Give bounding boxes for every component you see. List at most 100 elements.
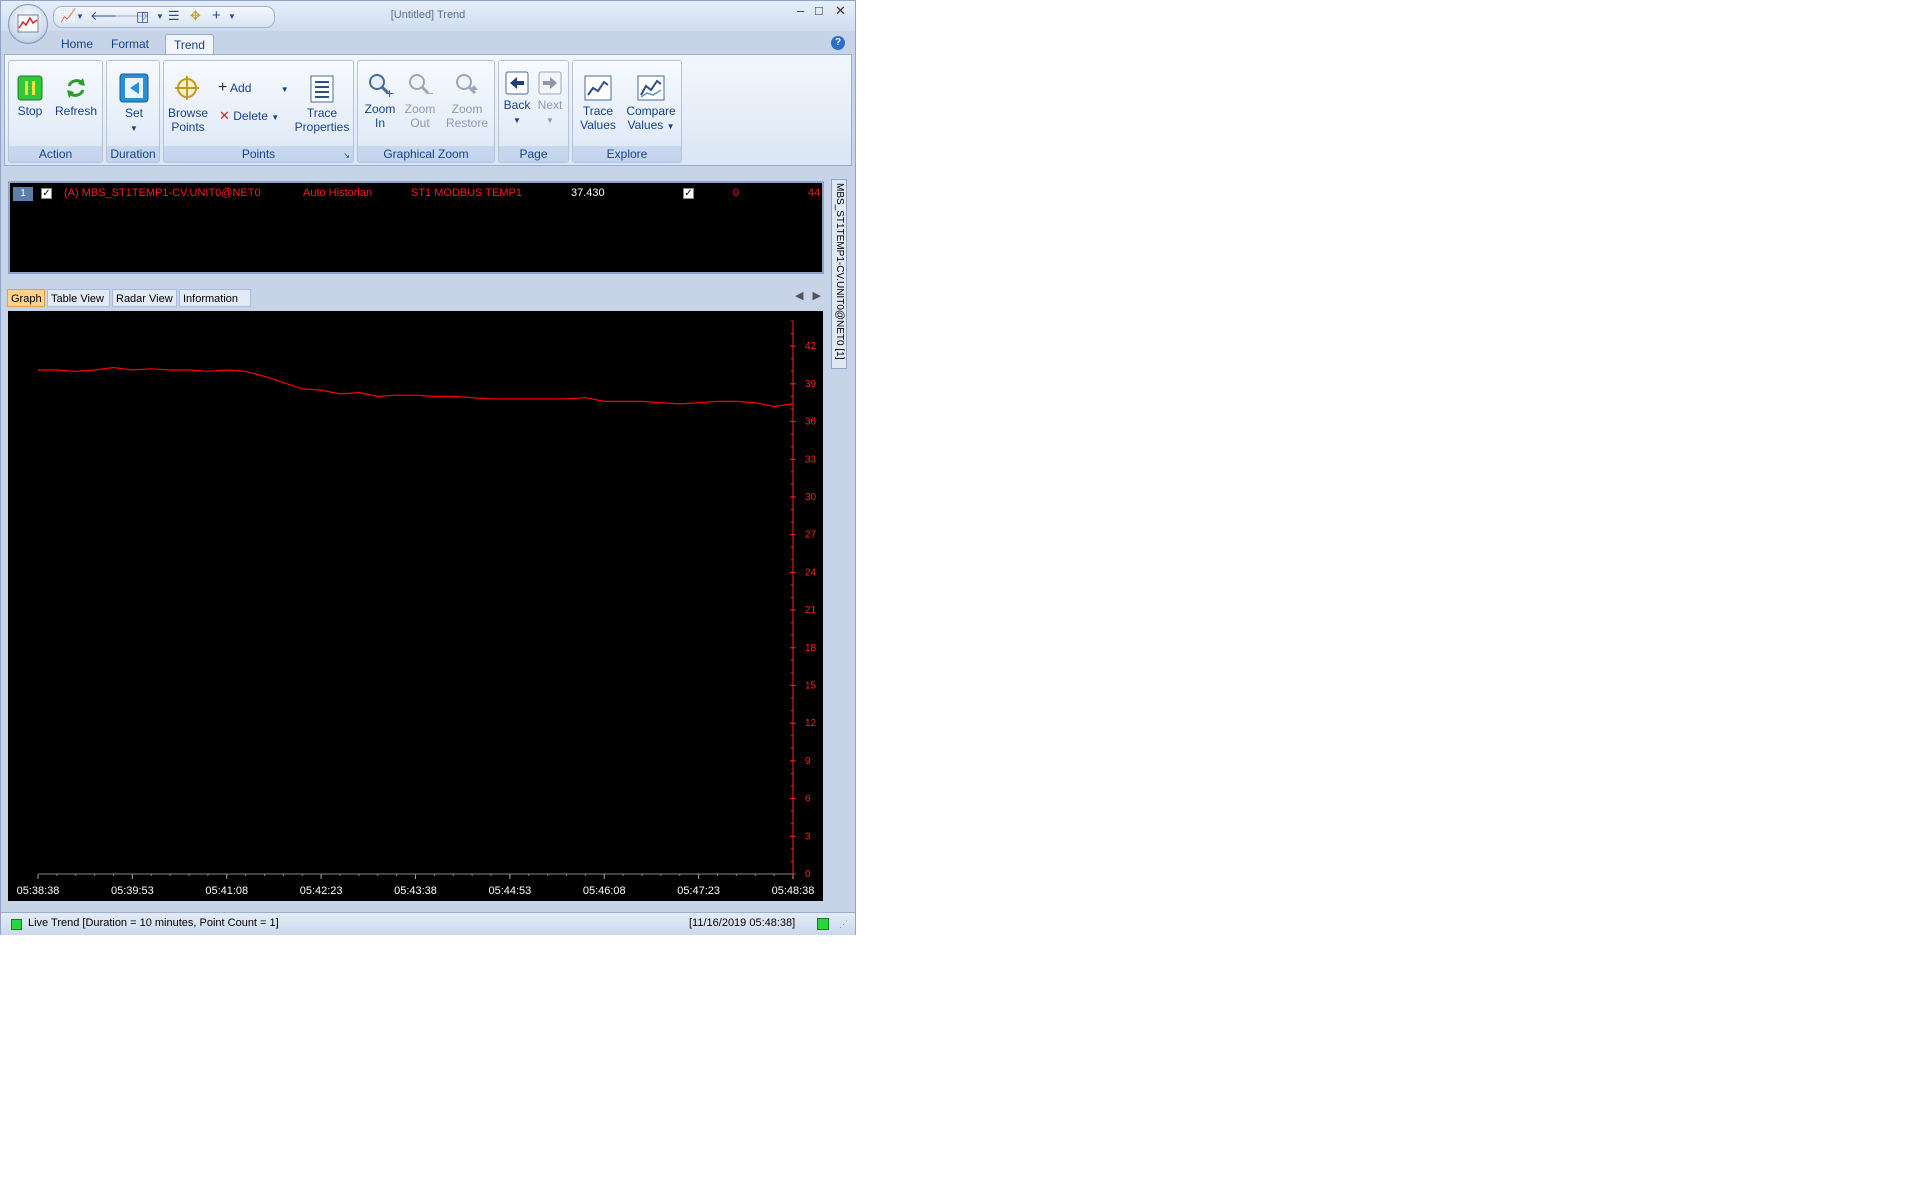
x-tick-label: 05:46:08 bbox=[583, 885, 626, 897]
delete-icon: ✕ bbox=[219, 108, 230, 123]
legend-description: ST1 MODBUS TEMP1 bbox=[411, 187, 523, 199]
browse-points-button[interactable]: Browse Points bbox=[166, 75, 210, 134]
y-tick-label: 3 bbox=[805, 831, 811, 842]
zoom-out-button[interactable]: − Zoom Out bbox=[400, 71, 440, 130]
trace-properties-icon bbox=[310, 75, 334, 103]
group-label-duration: Duration bbox=[107, 146, 159, 162]
tab-scroll-arrows: ◀ ▶ bbox=[795, 289, 821, 302]
y-tick-label: 36 bbox=[805, 417, 817, 428]
y-tick-label: 6 bbox=[805, 794, 811, 805]
tab-home[interactable]: Home bbox=[53, 34, 101, 54]
compare-values-icon bbox=[637, 75, 665, 101]
tab-scroll-left-icon[interactable]: ◀ bbox=[795, 290, 803, 302]
tab-information[interactable]: Information bbox=[179, 289, 251, 307]
group-label-page: Page bbox=[499, 146, 568, 162]
group-label-action: Action bbox=[9, 146, 102, 162]
y-tick-label: 21 bbox=[805, 605, 817, 616]
tab-table-view[interactable]: Table View bbox=[47, 289, 110, 307]
zoom-in-icon: + bbox=[369, 74, 394, 99]
x-tick-label: 05:43:38 bbox=[394, 885, 437, 897]
pen-visible-checkbox[interactable]: ✓ bbox=[41, 188, 52, 199]
group-action: Stop Refresh Action bbox=[8, 60, 103, 163]
maximize-icon[interactable]: □ bbox=[815, 3, 823, 18]
group-explore: Trace Values Compare Values ▼ Explore bbox=[572, 60, 682, 163]
refresh-label: Refresh bbox=[54, 104, 98, 118]
dropdown-arrow-icon: ▼ bbox=[546, 116, 554, 125]
stop-button[interactable]: Stop bbox=[12, 75, 48, 118]
back-arrow-icon bbox=[505, 71, 529, 95]
dropdown-arrow-icon: ▼ bbox=[666, 122, 675, 131]
status-bar: Live Trend [Duration = 10 minutes, Point… bbox=[1, 912, 855, 935]
legend-value: 37.430 bbox=[571, 187, 605, 199]
delete-label: Delete bbox=[233, 109, 268, 123]
zoom-restore-icon bbox=[456, 74, 478, 95]
next-button[interactable]: Next ▼ bbox=[534, 71, 566, 128]
x-tick-label: 05:44:53 bbox=[488, 885, 531, 897]
window-title: [Untitled] Trend bbox=[390, 9, 466, 21]
trace-properties-button[interactable]: Trace Properties bbox=[292, 75, 352, 134]
tab-scroll-right-icon[interactable]: ▶ bbox=[813, 290, 821, 302]
y-tick-label: 30 bbox=[805, 492, 817, 503]
x-tick-label: 05:47:23 bbox=[677, 885, 720, 897]
trend-line bbox=[38, 366, 794, 408]
dialog-launcher-icon[interactable]: ↘ bbox=[343, 151, 350, 160]
trace-values-label: Trace Values bbox=[580, 104, 616, 132]
group-page: Back ▼ Next ▼ Page bbox=[498, 60, 569, 163]
delete-button[interactable]: ✕ Delete ▼ bbox=[219, 108, 279, 124]
x-tick-label: 05:41:08 bbox=[205, 885, 248, 897]
dropdown-arrow-icon[interactable]: ▼ bbox=[281, 85, 289, 94]
group-label-graphical-zoom: Graphical Zoom bbox=[358, 146, 494, 162]
set-duration-button[interactable]: Set ▼ bbox=[112, 73, 156, 136]
y-tick-label: 39 bbox=[805, 379, 817, 390]
legend-row[interactable]: 1 ✓ (A) MBS_ST1TEMP1-CV.UNIT0@NET0 Auto … bbox=[10, 187, 822, 201]
tab-graph[interactable]: Graph bbox=[7, 289, 45, 307]
stop-label: Stop bbox=[17, 104, 43, 118]
y-tick-label: 42 bbox=[805, 341, 817, 352]
svg-text:+: + bbox=[385, 87, 394, 99]
y-tick-label: 27 bbox=[805, 530, 817, 541]
connection-status-icon bbox=[817, 918, 829, 930]
add-button[interactable]: + Add ▼ bbox=[218, 79, 289, 97]
ribbon: Stop Refresh Action Set ▼ Duration Brows… bbox=[4, 54, 852, 166]
x-tick-label: 05:38:38 bbox=[17, 885, 60, 897]
zoom-in-button[interactable]: + Zoom In bbox=[360, 71, 400, 130]
trend-graph[interactable]: 0 3 6 9 12 15 18 21 24 27 30 33 36 39 42 05:38:38 05:39:… bbox=[8, 311, 823, 901]
group-points: Browse Points + Add ▼ ✕ Delete ▼ Trace P… bbox=[163, 60, 354, 163]
zoom-restore-button[interactable]: Zoom Restore bbox=[442, 71, 492, 130]
dropdown-arrow-icon: ▼ bbox=[130, 124, 138, 133]
y-tick-label: 24 bbox=[805, 567, 817, 578]
refresh-icon bbox=[67, 78, 85, 98]
legend-min: 0 bbox=[733, 187, 740, 199]
pen-legend: 1 ✓ (A) MBS_ST1TEMP1-CV.UNIT0@NET0 Auto … bbox=[8, 181, 824, 274]
trace-properties-label: Trace Properties bbox=[294, 106, 350, 134]
x-tick-label: 05:39:53 bbox=[111, 885, 154, 897]
trend-chart: 0369121518212427303336394205:38:38 05:39:… bbox=[17, 320, 817, 897]
back-button[interactable]: Back ▼ bbox=[501, 71, 533, 128]
set-label: Set bbox=[124, 106, 143, 120]
browse-points-label: Browse Points bbox=[167, 106, 208, 134]
trend-app-icon bbox=[17, 14, 39, 33]
minimize-icon[interactable]: – bbox=[797, 3, 804, 18]
dropdown-arrow-icon[interactable]: ▼ bbox=[271, 113, 279, 122]
next-label: Next bbox=[537, 98, 563, 112]
tab-trend[interactable]: Trend bbox=[165, 34, 214, 55]
application-button[interactable] bbox=[8, 4, 48, 44]
help-icon[interactable]: ? bbox=[831, 36, 845, 50]
status-text: Live Trend [Duration = 10 minutes, Point… bbox=[28, 917, 279, 929]
refresh-button[interactable]: Refresh bbox=[53, 75, 99, 118]
compare-values-button[interactable]: Compare Values ▼ bbox=[623, 75, 679, 134]
pen-autoscale-checkbox[interactable]: ✓ bbox=[683, 188, 694, 199]
set-duration-icon bbox=[119, 73, 149, 103]
tab-format[interactable]: Format bbox=[103, 34, 157, 54]
trace-values-button[interactable]: Trace Values bbox=[575, 75, 621, 132]
legend-source: Auto Historian bbox=[303, 187, 373, 199]
y-tick-label: 0 bbox=[805, 869, 811, 880]
x-tick-label: 05:48:38 bbox=[772, 885, 815, 897]
pen-side-tab[interactable]: MBS_ST1TEMP1-CV.UNIT0@NET0 [1] bbox=[831, 179, 847, 369]
close-icon[interactable]: ✕ bbox=[835, 3, 846, 19]
trend-window: 📈 ▼ 🡐 🡒 ◫ ▼ ☰ ✥ + ▼ [Untitled] Trend – □… bbox=[0, 0, 856, 935]
tab-radar-view[interactable]: Radar View bbox=[112, 289, 177, 307]
y-tick-label: 18 bbox=[805, 643, 817, 654]
resize-grip-icon[interactable]: ⋰ bbox=[839, 919, 848, 930]
zoom-restore-label: Zoom Restore bbox=[445, 102, 489, 130]
